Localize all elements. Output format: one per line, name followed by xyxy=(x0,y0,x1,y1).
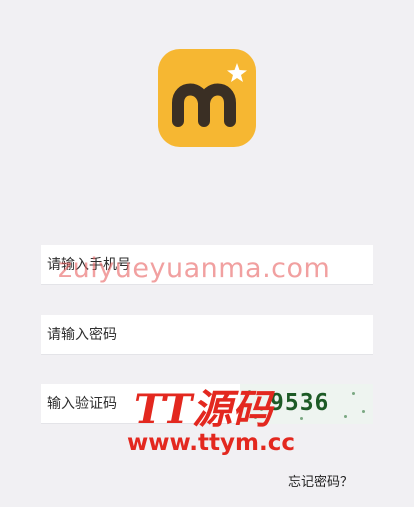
watermark-url-text: www.ttym.cc xyxy=(127,430,295,456)
app-logo-icon xyxy=(158,49,256,147)
captcha-text: 9536 xyxy=(270,390,330,416)
captcha-image[interactable]: 9536 xyxy=(240,384,373,424)
password-input[interactable] xyxy=(47,315,347,354)
phone-input[interactable] xyxy=(47,245,347,284)
logo-m-star-icon xyxy=(172,63,247,127)
verification-code-input[interactable] xyxy=(47,384,227,423)
password-field[interactable] xyxy=(41,315,373,355)
verification-code-field[interactable]: 9536 xyxy=(41,384,373,424)
phone-field[interactable] xyxy=(41,245,373,285)
forgot-password-link[interactable]: 忘记密码？ xyxy=(288,471,353,490)
